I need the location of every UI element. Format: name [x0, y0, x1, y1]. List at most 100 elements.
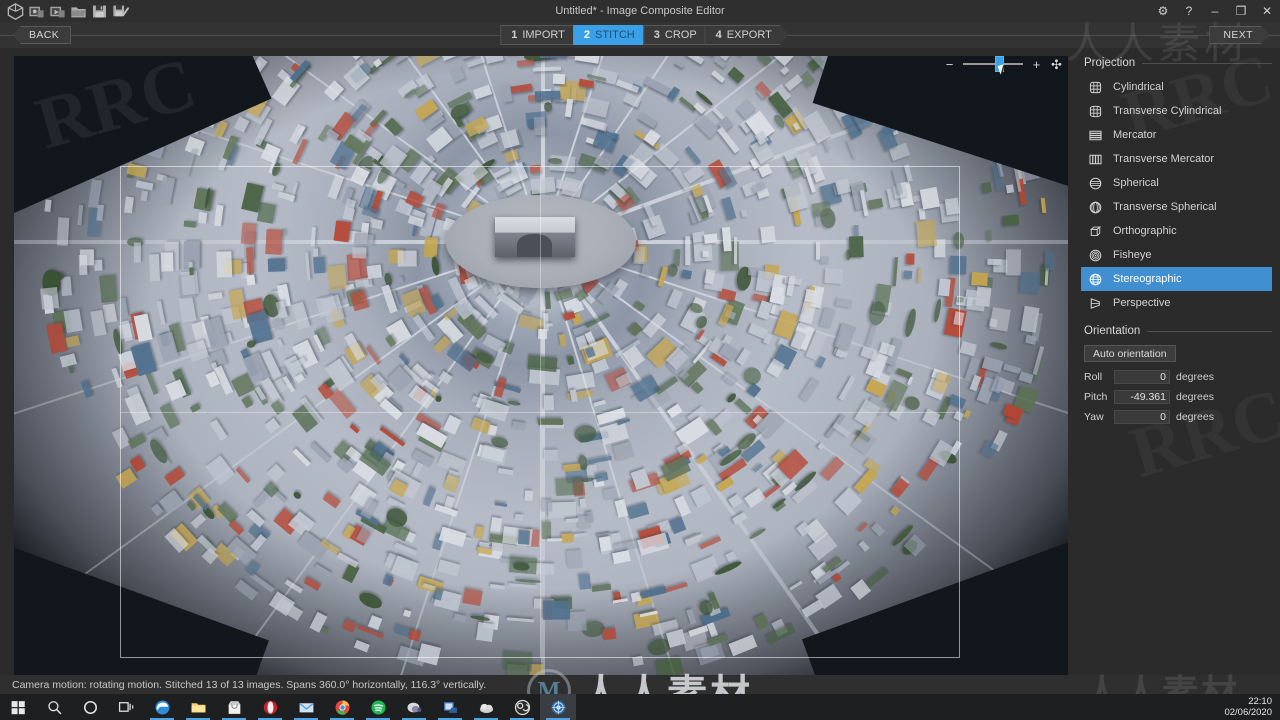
- building: [240, 222, 256, 245]
- yaw-input[interactable]: 0: [1114, 410, 1170, 424]
- open-icon[interactable]: [69, 2, 88, 21]
- projection-item-orthographic[interactable]: Orthographic: [1081, 219, 1272, 243]
- save-as-icon[interactable]: [111, 2, 130, 21]
- projection-item-transverse-mercator[interactable]: Transverse Mercator: [1081, 147, 1272, 171]
- maximize-button[interactable]: ❐: [1228, 0, 1254, 22]
- projection-item-label: Transverse Mercator: [1113, 153, 1215, 165]
- chrome-icon[interactable]: [324, 694, 360, 720]
- microsoft-store-icon[interactable]: [216, 694, 252, 720]
- step-export[interactable]: 4 EXPORT: [705, 25, 789, 45]
- building: [341, 618, 357, 634]
- building: [124, 196, 135, 214]
- projection-item-spherical[interactable]: Spherical: [1081, 171, 1272, 195]
- building: [489, 517, 503, 536]
- search-icon[interactable]: [36, 694, 72, 720]
- building: [904, 164, 913, 183]
- building: [698, 536, 722, 551]
- zoom-slider[interactable]: [963, 56, 1023, 75]
- building: [546, 537, 562, 542]
- cortana-icon[interactable]: [72, 694, 108, 720]
- building: [546, 322, 553, 327]
- building: [245, 247, 254, 274]
- building: [666, 629, 687, 648]
- projection-item-mercator[interactable]: Mercator: [1081, 123, 1272, 147]
- projection-item-stereographic[interactable]: Stereographic: [1081, 267, 1272, 291]
- file-explorer-icon[interactable]: [180, 694, 216, 720]
- app-icon[interactable]: [6, 2, 25, 21]
- panorama-canvas[interactable]: − + ✣: [0, 48, 1075, 675]
- auto-orientation-button[interactable]: Auto orientation: [1084, 345, 1176, 362]
- building: [437, 559, 461, 577]
- building: [540, 499, 552, 512]
- media-player-icon[interactable]: [432, 694, 468, 720]
- mail-icon[interactable]: [288, 694, 324, 720]
- obs-icon[interactable]: [504, 694, 540, 720]
- building: [740, 364, 765, 388]
- stitched-panorama-image[interactable]: [14, 56, 1068, 675]
- minimize-button[interactable]: –: [1202, 0, 1228, 22]
- projection-item-fisheye[interactable]: Fisheye: [1081, 243, 1272, 267]
- building: [265, 463, 285, 484]
- roll-input[interactable]: 0: [1114, 370, 1170, 384]
- building: [524, 491, 533, 502]
- building: [1044, 251, 1054, 271]
- building: [912, 194, 921, 202]
- building: [579, 499, 588, 509]
- building: [948, 393, 967, 409]
- yaw-unit: degrees: [1176, 411, 1214, 423]
- building: [673, 59, 685, 68]
- help-icon[interactable]: ?: [1176, 0, 1202, 22]
- building: [188, 261, 193, 268]
- opera-icon[interactable]: [252, 694, 288, 720]
- back-button[interactable]: BACK: [12, 26, 72, 44]
- start-button[interactable]: [0, 694, 36, 720]
- building: [96, 204, 104, 221]
- step-stitch-label: STITCH: [595, 29, 635, 41]
- building: [60, 276, 73, 297]
- building: [566, 356, 575, 366]
- projection-item-transverse-spherical[interactable]: Transverse Spherical: [1081, 195, 1272, 219]
- building: [735, 398, 753, 415]
- step-import-number: 1: [511, 29, 518, 41]
- building: [612, 598, 629, 604]
- new-panorama-from-images-icon[interactable]: [27, 2, 46, 21]
- step-crop[interactable]: 3 CROP: [643, 25, 714, 45]
- building: [691, 381, 705, 395]
- photoshop-icon[interactable]: [396, 694, 432, 720]
- title-bar: Untitled* - Image Composite Editor ⚙ ? –…: [0, 0, 1280, 22]
- arc-de-triomphe: [494, 216, 575, 257]
- cloud-app-icon[interactable]: [468, 694, 504, 720]
- spotify-icon[interactable]: [360, 694, 396, 720]
- building: [490, 583, 506, 590]
- building: [145, 372, 159, 396]
- projection-item-transverse-cylindrical[interactable]: Transverse Cylindrical: [1081, 99, 1272, 123]
- save-icon[interactable]: [90, 2, 109, 21]
- zoom-out-icon[interactable]: −: [943, 58, 956, 71]
- new-panorama-from-video-icon[interactable]: [48, 2, 67, 21]
- building: [485, 56, 505, 65]
- edge-icon[interactable]: [144, 694, 180, 720]
- building: [541, 521, 551, 539]
- building: [823, 267, 844, 285]
- step-stitch[interactable]: 2 STITCH: [573, 25, 652, 45]
- building: [789, 580, 803, 591]
- projection-item-perspective[interactable]: Perspective: [1081, 291, 1272, 315]
- right-settings-panel: Projection Cylindrical Transverse Cylindr…: [1075, 48, 1280, 675]
- system-tray: 22:10 02/06/2020: [1224, 696, 1280, 718]
- fit-to-window-icon[interactable]: ✣: [1050, 58, 1063, 71]
- projection-item-cylindrical[interactable]: Cylindrical: [1081, 75, 1272, 99]
- settings-gear-icon[interactable]: ⚙: [1150, 0, 1176, 22]
- building: [822, 139, 831, 152]
- close-button[interactable]: ✕: [1254, 0, 1280, 22]
- building: [510, 83, 533, 94]
- step-import[interactable]: 1 IMPORT: [500, 25, 582, 45]
- zoom-in-icon[interactable]: +: [1030, 58, 1043, 71]
- task-view-icon[interactable]: [108, 694, 144, 720]
- pitch-input[interactable]: -49.361: [1114, 390, 1170, 404]
- building: [591, 584, 612, 593]
- next-button[interactable]: NEXT: [1209, 26, 1270, 44]
- building: [578, 573, 592, 590]
- building: [1019, 272, 1040, 294]
- taskbar-clock[interactable]: 22:10 02/06/2020: [1224, 696, 1272, 718]
- image-composite-editor-icon[interactable]: [540, 694, 576, 720]
